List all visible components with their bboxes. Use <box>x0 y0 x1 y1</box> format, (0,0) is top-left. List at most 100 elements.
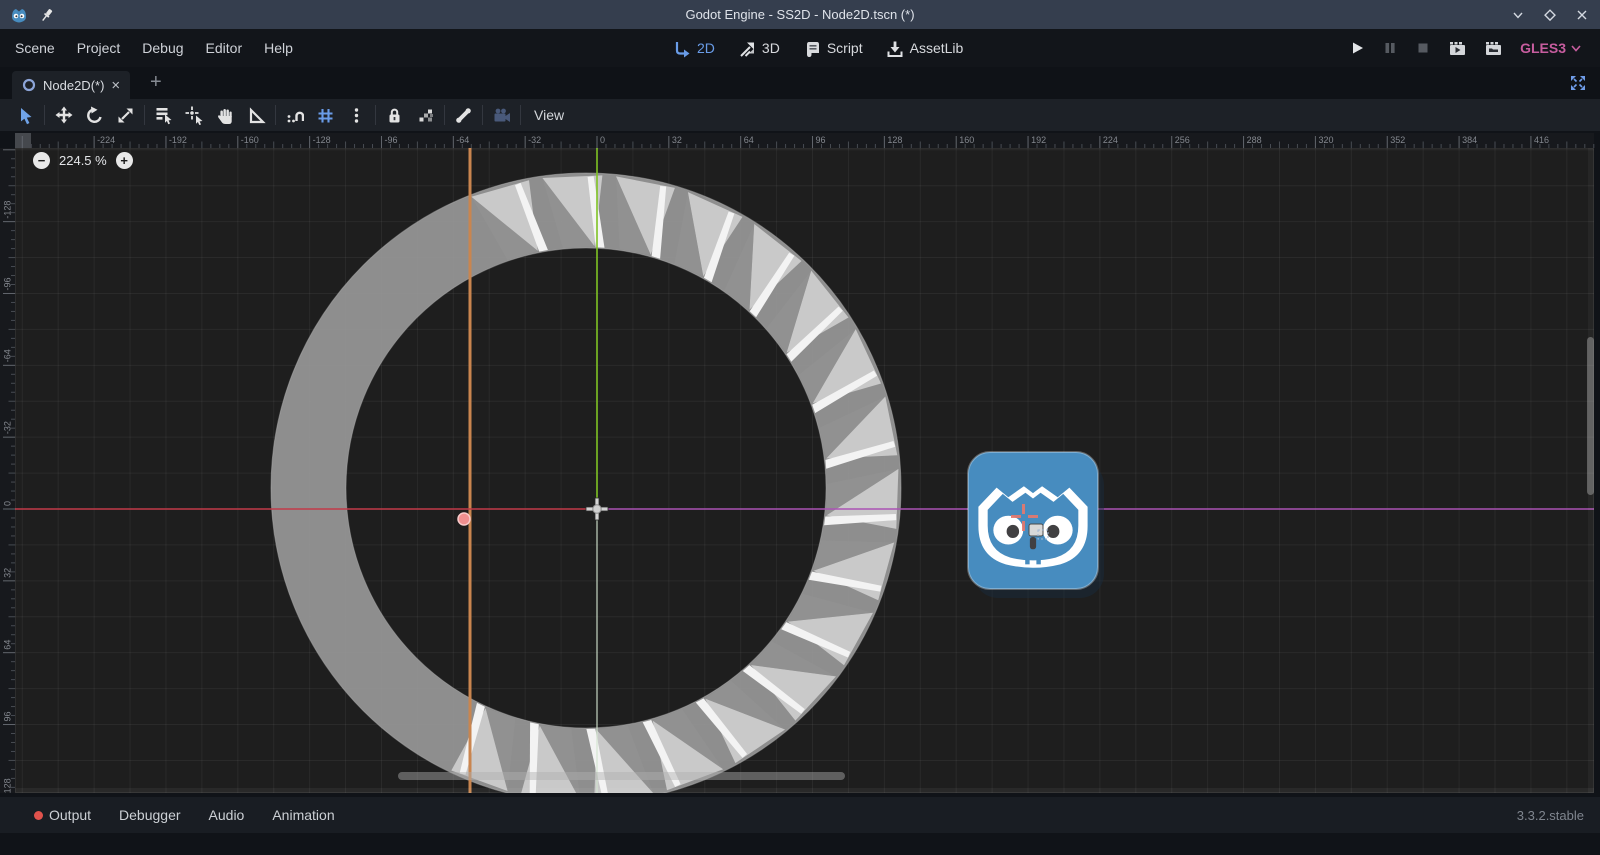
play-custom-scene-button[interactable] <box>1484 40 1503 57</box>
workspace-3d-button[interactable]: 3D <box>737 39 780 58</box>
h-ruler-label: -224 <box>97 135 115 145</box>
v-ruler[interactable] <box>0 148 15 793</box>
workspace-script-button[interactable]: Script <box>802 39 863 58</box>
workspace-assetlib-button[interactable]: AssetLib <box>885 39 964 58</box>
move-tool-button[interactable] <box>48 101 79 129</box>
menu-scene[interactable]: Scene <box>4 40 66 56</box>
scale-tool-button[interactable] <box>110 101 141 129</box>
v-ruler-label: -128 <box>3 201 13 219</box>
h-ruler-label: 192 <box>1031 135 1046 145</box>
ruler-mode-button[interactable] <box>241 101 272 129</box>
pan-tool-button[interactable] <box>210 101 241 129</box>
h-ruler-label: 256 <box>1175 135 1190 145</box>
h-ruler-label: 160 <box>959 135 974 145</box>
smart-snap-button[interactable] <box>279 101 310 129</box>
move-pivot-button[interactable] <box>179 101 210 129</box>
title-bar[interactable]: Godot Engine - SS2D - Node2D.tscn (*) <box>0 0 1600 29</box>
h-ruler-label: -192 <box>169 135 187 145</box>
panel-debugger[interactable]: Debugger <box>119 807 181 823</box>
select-tool-button[interactable] <box>10 101 41 129</box>
bottom-panel-bar: Output Debugger Audio Animation 3.3.2.st… <box>0 797 1600 833</box>
h-ruler-label: 384 <box>1462 135 1477 145</box>
panel-animation[interactable]: Animation <box>272 807 334 823</box>
separator <box>520 105 521 125</box>
override-camera-button[interactable] <box>486 101 517 129</box>
h-ruler-label: -64 <box>456 135 469 145</box>
menu-debug[interactable]: Debug <box>131 40 194 56</box>
h-scrollbar-handle[interactable] <box>398 772 845 780</box>
h-ruler-label: 416 <box>1534 135 1549 145</box>
separator <box>482 105 483 125</box>
h-ruler-label: 224 <box>1103 135 1118 145</box>
add-scene-tab-button[interactable]: + <box>150 71 162 94</box>
workspace-switcher: 2D 3D Script AssetLib <box>672 29 963 67</box>
canvas-toolbar: View <box>0 99 1600 131</box>
skeleton-options-button[interactable] <box>448 101 479 129</box>
stop-button[interactable] <box>1415 40 1431 56</box>
separator <box>44 105 45 125</box>
h-ruler-label: 64 <box>744 135 754 145</box>
3d-icon <box>737 39 756 58</box>
bottom-strip <box>0 833 1600 855</box>
engine-version: 3.3.2.stable <box>1517 808 1584 823</box>
v-ruler-label: -96 <box>3 277 13 290</box>
viewport-canvas[interactable]: -224 -192 -160 -128 -96 -64 -32 0 32 64 96 128 160 19… <box>0 131 1600 795</box>
h-ruler-label: -160 <box>241 135 259 145</box>
separator <box>444 105 445 125</box>
menu-editor[interactable]: Editor <box>195 40 254 56</box>
v-scrollbar-handle[interactable] <box>1587 337 1594 495</box>
window-title: Godot Engine - SS2D - Node2D.tscn (*) <box>0 7 1600 22</box>
close-button[interactable] <box>1574 7 1590 23</box>
list-select-button[interactable] <box>148 101 179 129</box>
shape-control-point[interactable] <box>458 513 470 525</box>
grid-snap-button[interactable] <box>310 101 341 129</box>
2d-icon <box>672 39 691 58</box>
h-ruler-label: 352 <box>1390 135 1405 145</box>
v-ruler-label: 96 <box>3 712 13 722</box>
zoom-controls: − 224.5 % + <box>33 152 133 169</box>
menu-project[interactable]: Project <box>66 40 132 56</box>
group-button[interactable] <box>410 101 441 129</box>
maximize-button[interactable] <box>1542 7 1558 23</box>
snap-options-button[interactable] <box>341 101 372 129</box>
view-menu-button[interactable]: View <box>524 107 574 123</box>
distraction-free-icon[interactable] <box>1568 73 1588 93</box>
h-ruler-label: 128 <box>887 135 902 145</box>
chevron-down-icon <box>1570 42 1582 54</box>
v-ruler-label: 64 <box>3 640 13 650</box>
tab-close-icon[interactable]: × <box>111 78 120 93</box>
script-icon <box>802 39 821 58</box>
rotate-tool-button[interactable] <box>79 101 110 129</box>
play-button[interactable] <box>1349 40 1365 56</box>
h-ruler-label: -96 <box>384 135 397 145</box>
h-ruler-label: -32 <box>528 135 541 145</box>
scene-tab-node2d[interactable]: Node2D(*) × <box>12 71 130 99</box>
viewport-area[interactable]: -224 -192 -160 -128 -96 -64 -32 0 32 64 96 128 160 19… <box>0 131 1600 795</box>
separator <box>275 105 276 125</box>
panel-output[interactable]: Output <box>49 807 91 823</box>
v-ruler-label: 0 <box>3 501 13 506</box>
v-ruler-label: 128 <box>3 778 13 793</box>
play-scene-button[interactable] <box>1448 40 1467 57</box>
separator <box>144 105 145 125</box>
h-ruler-label: 96 <box>816 135 826 145</box>
zoom-level[interactable]: 224.5 % <box>59 153 107 168</box>
panel-audio[interactable]: Audio <box>209 807 245 823</box>
v-ruler-label: 32 <box>3 568 13 578</box>
lock-button[interactable] <box>379 101 410 129</box>
zoom-out-button[interactable]: − <box>33 152 50 169</box>
pause-button[interactable] <box>1382 40 1398 56</box>
scene-tab-bar: Node2D(*) × + <box>0 67 1600 99</box>
godot-editor-window: Godot Engine - SS2D - Node2D.tscn (*) Sc… <box>0 0 1600 855</box>
h-ruler-label: 0 <box>600 135 605 145</box>
h-ruler-label: 288 <box>1247 135 1262 145</box>
separator <box>375 105 376 125</box>
renderer-dropdown[interactable]: GLES3 <box>1520 40 1582 56</box>
playback-controls: GLES3 <box>1349 29 1582 67</box>
menu-help[interactable]: Help <box>253 40 304 56</box>
output-status-dot <box>34 811 43 820</box>
h-ruler-label: 32 <box>672 135 682 145</box>
minimize-button[interactable] <box>1510 7 1526 23</box>
zoom-in-button[interactable]: + <box>116 152 133 169</box>
workspace-2d-button[interactable]: 2D <box>672 39 715 58</box>
